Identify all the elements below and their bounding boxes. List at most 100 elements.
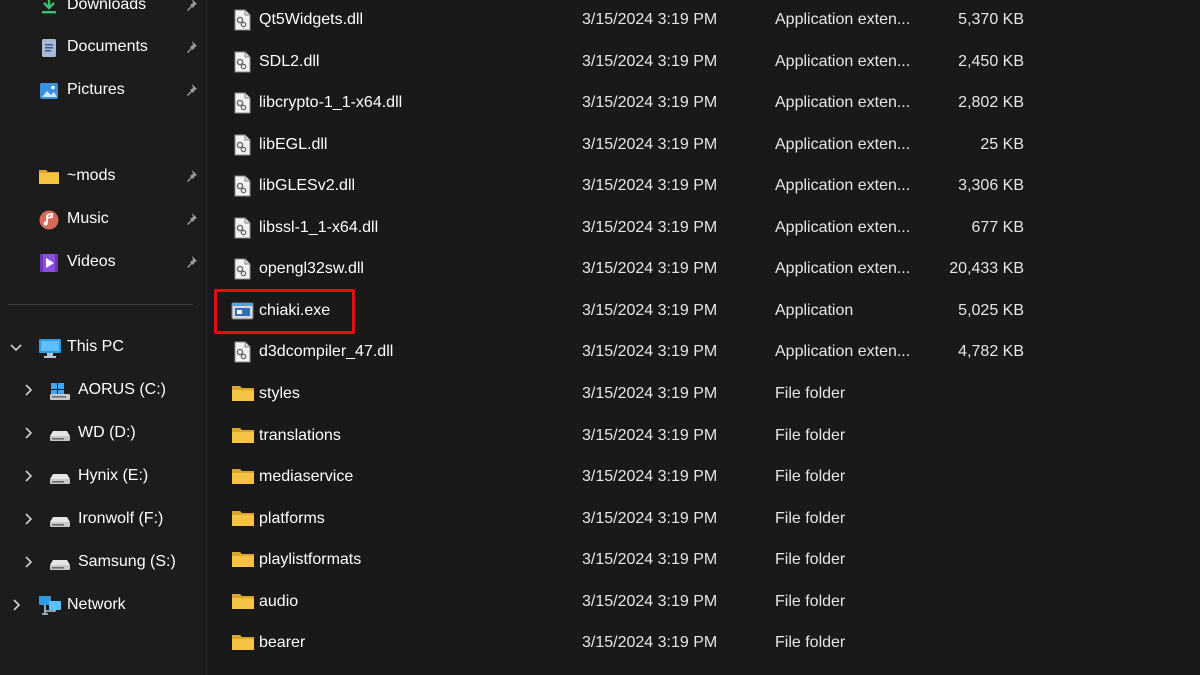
file-list: Qt5Widgets.dll 3/15/2024 3:19 PM Applica… xyxy=(207,0,1200,675)
nav-item-drive-d[interactable]: WD (D:) xyxy=(0,417,206,449)
nav-item-drive-s[interactable]: Samsung (S:) xyxy=(0,546,206,578)
nav-item-label: Ironwolf (F:) xyxy=(78,510,164,527)
file-row[interactable]: opengl32sw.dll 3/15/2024 3:19 PM Applica… xyxy=(207,249,1200,290)
file-type: File folder xyxy=(775,592,846,610)
chevron-right-icon[interactable] xyxy=(8,597,24,613)
file-type: Application exten... xyxy=(775,177,911,194)
folder-row[interactable]: styles 3/15/2024 3:19 PM File folder xyxy=(207,374,1200,415)
dll-file-icon xyxy=(231,175,253,197)
file-type: File folder xyxy=(775,634,846,651)
file-date: 3/15/2024 3:19 PM xyxy=(582,218,718,236)
file-name: platforms xyxy=(259,509,325,527)
file-row-chiaki-exe[interactable]: chiaki.exe 3/15/2024 3:19 PM Application… xyxy=(207,291,1200,332)
file-row[interactable]: SDL2.dll 3/15/2024 3:19 PM Application e… xyxy=(207,42,1200,83)
file-date: 3/15/2024 3:19 PM xyxy=(582,509,718,527)
file-row[interactable]: libssl-1_1-x64.dll 3/15/2024 3:19 PM App… xyxy=(207,208,1200,249)
file-type: File folder xyxy=(775,426,846,444)
file-row[interactable]: libcrypto-1_1-x64.dll 3/15/2024 3:19 PM … xyxy=(207,83,1200,124)
nav-item-pictures[interactable]: Pictures xyxy=(0,74,206,106)
chevron-right-icon[interactable] xyxy=(20,554,36,570)
file-size: 677 KB xyxy=(971,218,1024,236)
file-name: libcrypto-1_1-x64.dll xyxy=(259,94,403,111)
nav-item-label: This PC xyxy=(67,338,124,355)
file-date: 3/15/2024 3:19 PM xyxy=(582,11,718,28)
dll-file-icon xyxy=(231,51,253,73)
file-type: Application exten... xyxy=(775,218,911,236)
folder-icon xyxy=(231,549,254,571)
folder-icon xyxy=(231,508,254,530)
monitor-icon xyxy=(38,337,61,358)
folder-row[interactable]: playlistformats 3/15/2024 3:19 PM File f… xyxy=(207,540,1200,581)
folder-icon xyxy=(231,466,254,488)
file-date: 3/15/2024 3:19 PM xyxy=(582,343,718,360)
folder-icon xyxy=(38,166,60,186)
file-name: libssl-1_1-x64.dll xyxy=(259,218,379,236)
folder-row[interactable]: translations 3/15/2024 3:19 PM File fold… xyxy=(207,416,1200,457)
file-type: Application exten... xyxy=(775,260,911,277)
file-row[interactable]: d3dcompiler_47.dll 3/15/2024 3:19 PM App… xyxy=(207,332,1200,373)
file-size: 20,433 KB xyxy=(949,260,1024,277)
file-date: 3/15/2024 3:19 PM xyxy=(582,468,718,485)
file-name: d3dcompiler_47.dll xyxy=(259,343,394,360)
drive-icon xyxy=(49,423,71,443)
nav-item-drive-c[interactable]: AORUS (C:) xyxy=(0,374,206,406)
nav-item-drive-f[interactable]: Ironwolf (F:) xyxy=(0,503,206,535)
file-date: 3/15/2024 3:19 PM xyxy=(582,634,718,651)
file-row[interactable]: Qt5Widgets.dll 3/15/2024 3:19 PM Applica… xyxy=(207,0,1200,41)
pin-icon[interactable] xyxy=(183,82,199,98)
chevron-down-icon[interactable] xyxy=(8,339,24,355)
pin-icon[interactable] xyxy=(183,39,199,55)
file-size: 25 KB xyxy=(980,135,1024,153)
file-size: 2,802 KB xyxy=(958,94,1024,111)
file-type: Application exten... xyxy=(775,94,911,111)
pin-icon[interactable] xyxy=(183,0,199,13)
file-row[interactable]: libEGL.dll 3/15/2024 3:19 PM Application… xyxy=(207,125,1200,166)
pin-icon[interactable] xyxy=(183,168,199,184)
file-type: Application exten... xyxy=(775,343,911,360)
chevron-right-icon[interactable] xyxy=(20,511,36,527)
pin-icon[interactable] xyxy=(183,211,199,227)
folder-row[interactable]: mediaservice 3/15/2024 3:19 PM File fold… xyxy=(207,457,1200,498)
folder-icon xyxy=(231,425,254,447)
nav-item-documents[interactable]: Documents xyxy=(0,31,206,63)
drive-icon xyxy=(49,509,71,529)
nav-item-network[interactable]: Network xyxy=(0,589,206,621)
drive-icon xyxy=(49,466,71,486)
dll-file-icon xyxy=(231,9,253,31)
file-explorer-window: Downloads Documents Pictures ~mods Music… xyxy=(0,0,1200,675)
folder-row[interactable]: audio 3/15/2024 3:19 PM File folder xyxy=(207,582,1200,623)
file-date: 3/15/2024 3:19 PM xyxy=(582,135,718,153)
nav-item-videos[interactable]: Videos xyxy=(0,246,206,278)
file-size: 5,370 KB xyxy=(958,11,1024,28)
nav-item-label: Documents xyxy=(67,38,148,55)
nav-item-music[interactable]: Music xyxy=(0,203,206,235)
file-name: SDL2.dll xyxy=(259,52,320,70)
nav-item-label: Network xyxy=(67,596,126,613)
file-row[interactable]: libGLESv2.dll 3/15/2024 3:19 PM Applicat… xyxy=(207,166,1200,207)
pin-icon[interactable] xyxy=(183,254,199,270)
file-type: File folder xyxy=(775,551,846,568)
folder-icon xyxy=(231,383,254,405)
dll-file-icon xyxy=(231,258,253,280)
file-name: libGLESv2.dll xyxy=(259,177,356,194)
file-type: File folder xyxy=(775,509,846,527)
file-date: 3/15/2024 3:19 PM xyxy=(582,551,718,568)
file-date: 3/15/2024 3:19 PM xyxy=(582,426,718,444)
nav-item-mods[interactable]: ~mods xyxy=(0,160,206,192)
nav-item-drive-e[interactable]: Hynix (E:) xyxy=(0,460,206,492)
chevron-right-icon[interactable] xyxy=(20,468,36,484)
dll-file-icon xyxy=(231,341,253,363)
folder-row[interactable]: bearer 3/15/2024 3:19 PM File folder xyxy=(207,623,1200,664)
file-size: 4,782 KB xyxy=(958,343,1024,360)
chevron-right-icon[interactable] xyxy=(20,425,36,441)
videos-icon xyxy=(38,252,60,272)
nav-item-this-pc[interactable]: This PC xyxy=(0,331,206,363)
windows-drive-icon xyxy=(49,380,71,400)
file-type: Application xyxy=(775,301,854,319)
chevron-right-icon[interactable] xyxy=(20,382,36,398)
file-type: File folder xyxy=(775,468,846,485)
nav-item-label: ~mods xyxy=(67,167,116,184)
folder-row[interactable]: platforms 3/15/2024 3:19 PM File folder xyxy=(207,499,1200,540)
nav-item-downloads[interactable]: Downloads xyxy=(0,0,206,21)
file-name: Qt5Widgets.dll xyxy=(259,11,364,28)
